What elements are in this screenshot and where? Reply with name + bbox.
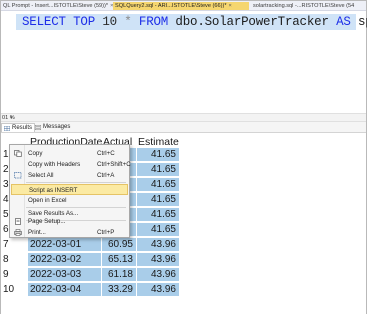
menu-item-copy[interactable]: Copy Ctrl+C bbox=[11, 148, 128, 159]
menu-separator bbox=[26, 182, 126, 183]
page-setup-icon bbox=[15, 218, 21, 225]
menu-item-shortcut: Ctrl+A bbox=[97, 172, 115, 179]
menu-item-label: Copy with Headers bbox=[28, 161, 81, 168]
tab-sqlquery2[interactable]: SQLQuery2.sql - ARI...ISTOTLE\Steve (66)… bbox=[113, 2, 249, 10]
grid-cell-date[interactable]: 2022-03-02 bbox=[28, 253, 102, 267]
tab-label: QL Prompt - Insert...ISTOTLE\Steve (59))… bbox=[3, 3, 109, 9]
grid-icon bbox=[4, 126, 10, 131]
menu-item-label: Select All bbox=[28, 172, 54, 179]
tab-label: solartracking.sql -...RISTOTLE\Steve (54 bbox=[253, 3, 355, 9]
ssms-window: QL Prompt - Insert...ISTOTLE\Steve (59))… bbox=[0, 0, 367, 314]
row-number[interactable]: 8 bbox=[3, 253, 17, 267]
menu-item-shortcut: Ctrl+P bbox=[97, 229, 115, 236]
query-editor[interactable]: SELECT TOP 10 * FROM dbo.SolarPowerTrack… bbox=[2, 12, 367, 110]
messages-icon bbox=[35, 125, 41, 130]
column-header-estimate[interactable]: Estimate bbox=[138, 136, 179, 148]
chevron-down-icon[interactable]: ▾ bbox=[10, 114, 13, 122]
grid-cell-estimate[interactable]: 41.65 bbox=[137, 208, 180, 222]
menu-item-shortcut: Ctrl+Shift+C bbox=[97, 161, 131, 168]
grid-cell-actual[interactable]: 61.18 bbox=[102, 268, 137, 282]
menu-item-label: Page Setup... bbox=[28, 218, 66, 225]
tab-label: Results bbox=[12, 125, 33, 131]
close-icon[interactable]: × bbox=[229, 3, 232, 9]
grid-cell-estimate[interactable]: 43.96 bbox=[137, 238, 180, 252]
grid-cell-estimate[interactable]: 41.65 bbox=[137, 193, 180, 207]
grid-cell-estimate[interactable]: 41.65 bbox=[137, 163, 180, 177]
star-operator: * bbox=[124, 15, 132, 29]
tab-solartracking[interactable]: solartracking.sql -...RISTOTLE\Steve (54 bbox=[251, 2, 366, 10]
editor-status-strip: 01 % ▾ bbox=[1, 113, 366, 122]
keyword-select: SELECT bbox=[22, 15, 66, 29]
grid-cell-estimate[interactable]: 41.65 bbox=[137, 178, 180, 192]
menu-item-label: Copy bbox=[28, 150, 43, 157]
row-number[interactable]: 9 bbox=[3, 268, 17, 282]
tab-query-prompt-insert[interactable]: QL Prompt - Insert...ISTOTLE\Steve (59))… bbox=[1, 2, 113, 10]
grid-cell-estimate[interactable]: 43.96 bbox=[137, 283, 180, 297]
grid-cell-estimate[interactable]: 43.96 bbox=[137, 268, 180, 282]
grid-cell-estimate[interactable]: 41.65 bbox=[137, 223, 180, 237]
keyword-top: TOP bbox=[73, 15, 96, 29]
tab-messages[interactable]: Messages bbox=[33, 123, 72, 132]
grid-cell-estimate[interactable]: 41.65 bbox=[137, 148, 180, 162]
tab-label: Messages bbox=[43, 124, 71, 130]
results-tab-bar: Results Messages bbox=[1, 122, 366, 133]
menu-item-script-as-insert[interactable]: Script as INSERT bbox=[11, 184, 128, 195]
tab-results[interactable]: Results bbox=[1, 123, 36, 132]
document-tab-bar: QL Prompt - Insert...ISTOTLE\Steve (59))… bbox=[1, 1, 366, 11]
keyword-from: FROM bbox=[138, 15, 169, 29]
grid-cell-date[interactable]: 2022-03-01 bbox=[28, 238, 102, 252]
menu-item-page-setup[interactable]: Page Setup... bbox=[11, 216, 128, 227]
grid-cell-actual[interactable]: 33.29 bbox=[102, 283, 137, 297]
sql-statement: SELECT TOP 10 * FROM dbo.SolarPowerTrack… bbox=[22, 15, 367, 29]
menu-item-print[interactable]: Print... Ctrl+P bbox=[11, 227, 128, 238]
table-name: dbo.SolarPowerTracker bbox=[175, 15, 329, 29]
context-menu: Copy Ctrl+C Copy with Headers Ctrl+Shift… bbox=[9, 144, 131, 238]
grid-cell-actual[interactable]: 65.13 bbox=[102, 253, 137, 267]
menu-item-label: Print... bbox=[28, 229, 46, 236]
menu-item-shortcut: Ctrl+C bbox=[97, 150, 115, 157]
row-number[interactable]: 10 bbox=[3, 283, 17, 297]
keyword-as: AS bbox=[336, 15, 351, 29]
grid-cell-date[interactable]: 2022-03-04 bbox=[28, 283, 102, 297]
top-count: 10 bbox=[102, 15, 117, 29]
select-all-icon bbox=[14, 172, 22, 179]
menu-item-select-all[interactable]: Select All Ctrl+A bbox=[11, 170, 128, 181]
row-number[interactable]: 7 bbox=[3, 238, 17, 252]
print-icon bbox=[14, 229, 22, 236]
copy-icon bbox=[14, 150, 22, 157]
grid-cell-date[interactable]: 2022-03-03 bbox=[28, 268, 102, 282]
grid-cell-actual[interactable]: 60.95 bbox=[102, 238, 137, 252]
menu-item-open-in-excel[interactable]: Open in Excel bbox=[11, 195, 128, 206]
tab-label: SQLQuery2.sql - ARI...ISTOTLE\Steve (66)… bbox=[115, 3, 227, 9]
grid-cell-estimate[interactable]: 43.96 bbox=[137, 253, 180, 267]
table-alias: spt bbox=[357, 15, 367, 29]
code-line[interactable]: SELECT TOP 10 * FROM dbo.SolarPowerTrack… bbox=[2, 14, 367, 30]
menu-item-label: Open in Excel bbox=[28, 197, 67, 204]
menu-item-copy-with-headers[interactable]: Copy with Headers Ctrl+Shift+C bbox=[11, 159, 131, 170]
